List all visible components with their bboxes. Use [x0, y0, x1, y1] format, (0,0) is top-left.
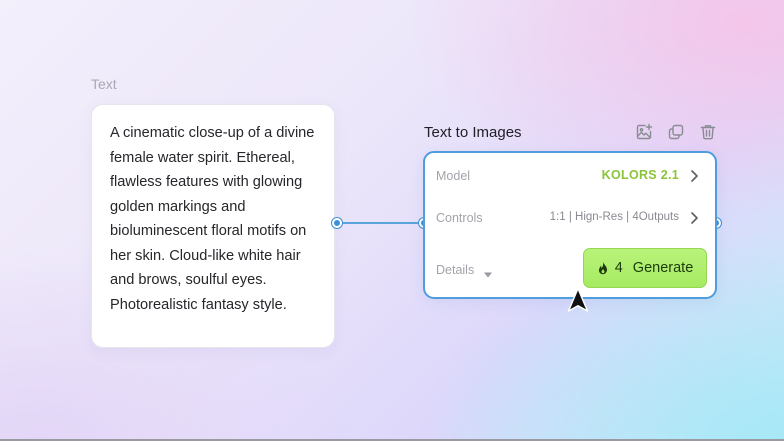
mouse-cursor-icon	[567, 287, 589, 313]
chevron-right-icon[interactable]	[689, 211, 699, 225]
text-node-card[interactable]: A cinematic close-up of a divine female …	[91, 104, 335, 348]
generate-label: Generate	[632, 260, 694, 276]
credit-count: 4	[614, 260, 623, 276]
controls-value[interactable]: 1:1 | Hign-Res | 4Outputs	[550, 211, 679, 223]
text-node-output-port[interactable]	[332, 218, 342, 228]
add-image-icon[interactable]	[635, 123, 653, 141]
chevron-right-icon[interactable]	[689, 169, 699, 183]
connection-line	[340, 222, 422, 224]
duplicate-icon[interactable]	[667, 123, 685, 141]
model-label: Model	[436, 169, 471, 183]
caret-down-icon[interactable]	[483, 266, 493, 278]
model-value[interactable]: KOLORS 2.1	[602, 168, 679, 182]
details-toggle[interactable]: Details	[436, 263, 474, 277]
delete-icon[interactable]	[699, 123, 717, 141]
text-node-label: Text	[91, 76, 117, 92]
t2i-node-card[interactable]: Model KOLORS 2.1 Controls 1:1 | Hign-Res…	[423, 151, 717, 299]
flame-icon	[597, 261, 609, 275]
text-prompt[interactable]: A cinematic close-up of a divine female …	[110, 121, 320, 317]
generate-button[interactable]: 4 Generate	[583, 248, 707, 288]
t2i-node-title: Text to Images	[424, 124, 522, 141]
controls-label: Controls	[436, 211, 483, 225]
